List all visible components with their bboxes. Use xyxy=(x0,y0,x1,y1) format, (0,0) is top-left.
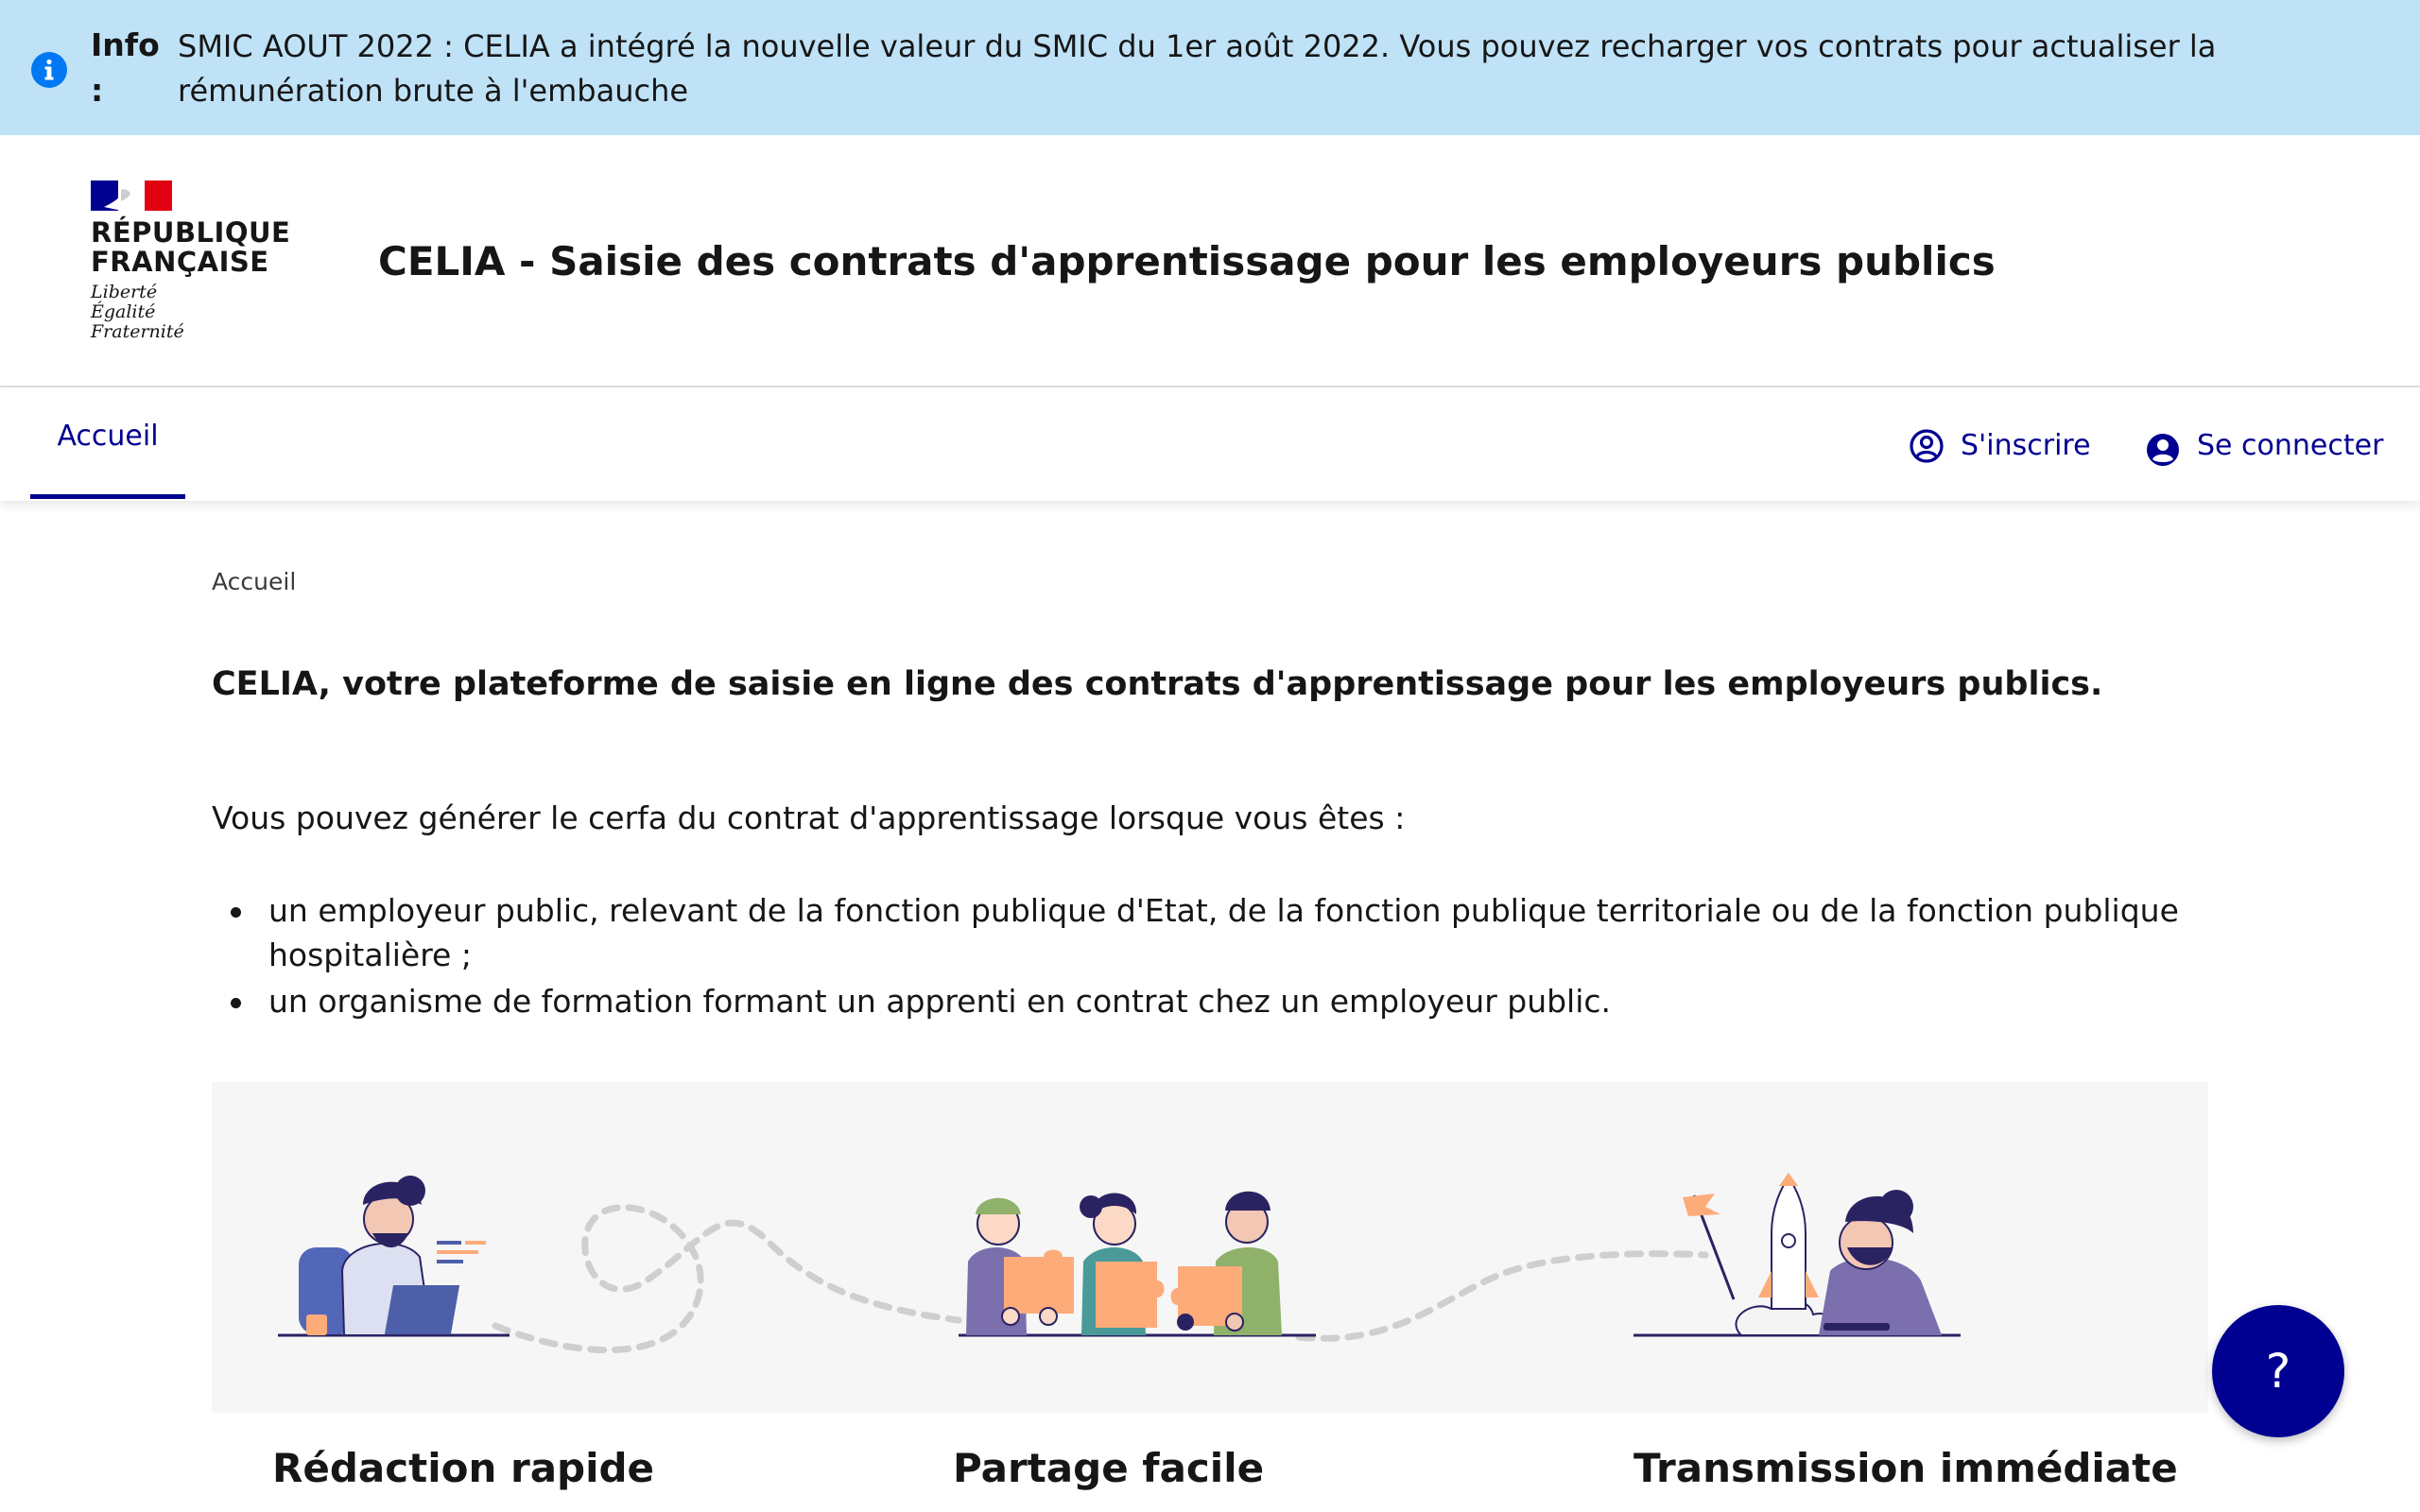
list-item: un employeur public, relevant de la fonc… xyxy=(212,888,2197,977)
main-navigation: Accueil S'inscrire Se connecter xyxy=(0,387,2420,501)
feature-title-redaction: Rédaction rapide xyxy=(272,1445,655,1491)
devise-liberte: Liberté xyxy=(91,282,158,302)
list-item: un organisme de formation formant un app… xyxy=(212,979,2197,1023)
nav-tab-label: Accueil xyxy=(57,420,159,453)
devise-egalite: Égalité xyxy=(91,301,156,322)
intro-text: Vous pouvez générer le cerfa du contrat … xyxy=(212,799,1406,836)
devise-fraternite: Fraternité xyxy=(91,321,184,342)
features-illustration xyxy=(212,1082,2208,1413)
marianne-flag-icon xyxy=(91,180,172,211)
user-circle-filled-icon xyxy=(2147,434,2179,466)
illustration-art xyxy=(278,1173,1961,1353)
notice-text: SMIC AOUT 2022 : CELIA a intégré la nouv… xyxy=(178,28,2217,109)
logo-line-1: RÉPUBLIQUE xyxy=(91,216,291,249)
eligibility-list: un employeur public, relevant de la fonc… xyxy=(212,888,2197,1025)
feature-title-partage: Partage facile xyxy=(953,1445,1265,1491)
nav-tab-accueil[interactable]: Accueil xyxy=(30,387,185,501)
notice-title: Info : xyxy=(91,26,160,109)
site-header: RÉPUBLIQUE FRANÇAISE Liberté Égalité Fra… xyxy=(0,135,2420,387)
info-icon xyxy=(31,52,67,88)
service-title[interactable]: CELIA - Saisie des contrats d'apprentiss… xyxy=(378,237,1996,286)
user-circle-outline-icon xyxy=(1910,429,1944,463)
writing-person-illustration xyxy=(278,1176,510,1337)
info-notice-banner: Info : SMIC AOUT 2022 : CELIA a intégré … xyxy=(0,0,2420,135)
signup-label: S'inscrire xyxy=(1961,429,2091,462)
signup-link[interactable]: S'inscrire xyxy=(1908,425,2097,467)
page-lead: CELIA, votre plateforme de saisie en lig… xyxy=(212,665,2103,703)
logo-text: RÉPUBLIQUE FRANÇAISE xyxy=(91,218,290,277)
help-button[interactable]: ? xyxy=(2212,1305,2344,1437)
breadcrumb: Accueil xyxy=(212,568,297,595)
sharing-people-illustration xyxy=(959,1191,1316,1337)
devise: Liberté Égalité Fraternité xyxy=(91,283,184,342)
login-link[interactable]: Se connecter xyxy=(2144,425,2383,467)
logo-line-2: FRANÇAISE xyxy=(91,246,269,278)
login-label: Se connecter xyxy=(2197,429,2384,462)
republique-francaise-logo[interactable]: RÉPUBLIQUE FRANÇAISE Liberté Égalité Fra… xyxy=(91,180,290,351)
feature-title-transmission: Transmission immédiate xyxy=(1634,1445,2178,1491)
